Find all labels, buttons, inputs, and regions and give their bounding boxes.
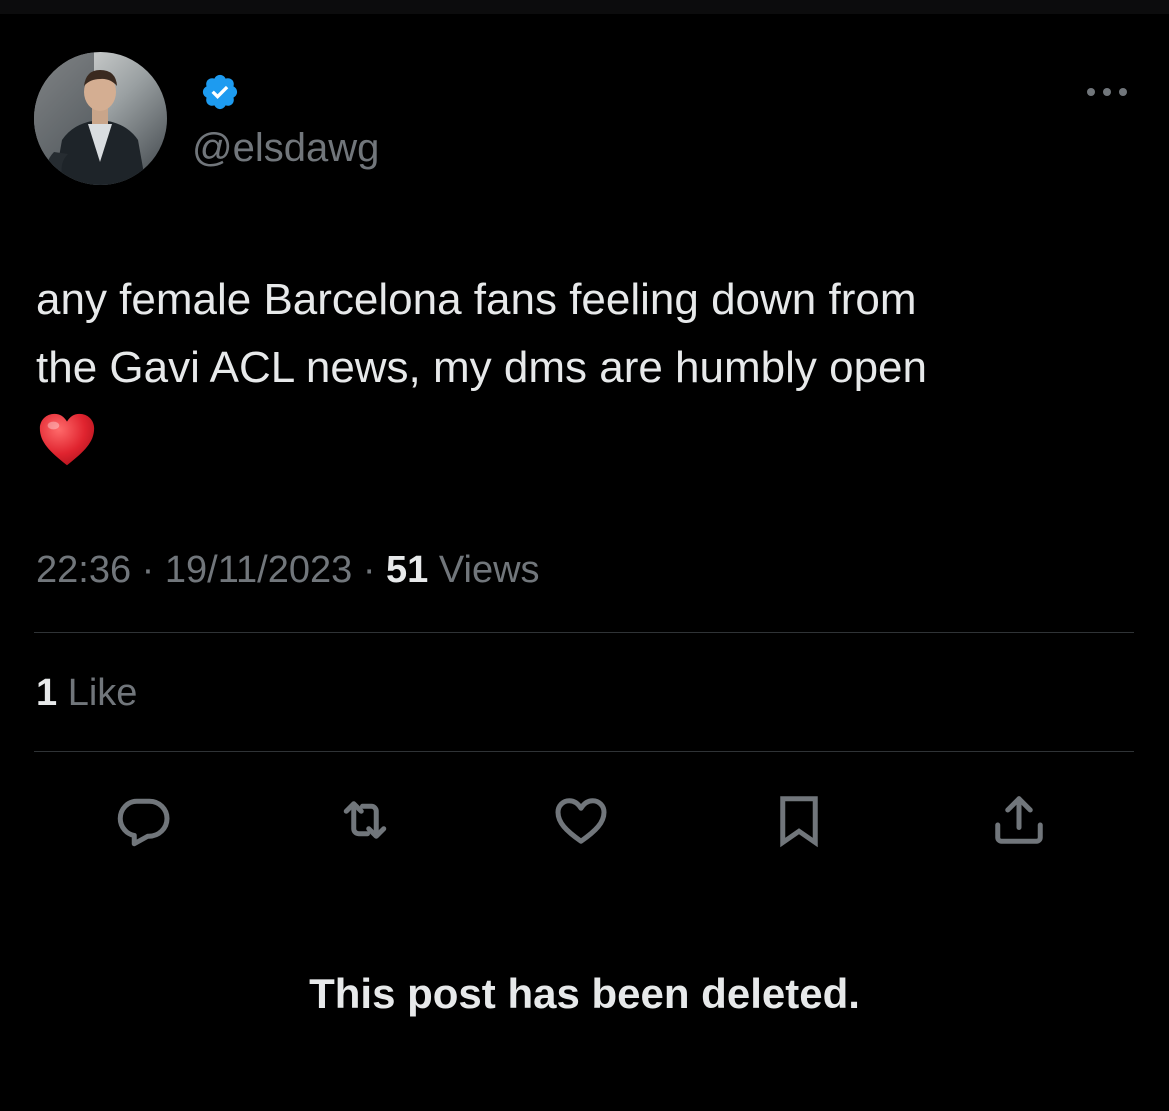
bookmark-icon: [780, 796, 818, 848]
top-bar-edge: [0, 0, 1169, 14]
post-date[interactable]: 19/11/2023: [165, 549, 352, 591]
post-text-line: any female Barcelona fans feeling down f…: [36, 275, 917, 324]
meta-separator: ·: [362, 549, 376, 591]
post-time[interactable]: 22:36: [36, 549, 131, 591]
divider: [34, 751, 1134, 752]
more-options-icon[interactable]: [1084, 80, 1130, 104]
likes-label: Like: [67, 672, 138, 714]
speech-bubble-icon: [117, 798, 170, 847]
post-meta: 22:36 · 19/11/2023 · 51 Views: [36, 545, 540, 595]
author-handle[interactable]: @elsdawg: [192, 124, 379, 172]
divider: [34, 632, 1134, 633]
likes-count: 1: [36, 672, 58, 714]
deleted-post-notice: This post has been deleted.: [309, 970, 860, 1017]
bookmark-button[interactable]: [767, 788, 831, 852]
red-heart-emoji-icon: [36, 409, 98, 471]
repost-button[interactable]: [333, 788, 397, 852]
views-count: 51: [386, 549, 429, 591]
avatar-photo: [34, 52, 167, 185]
reply-button[interactable]: [111, 788, 175, 852]
avatar[interactable]: [34, 52, 167, 185]
share-upload-icon: [995, 796, 1043, 844]
post-text: any female Barcelona fans feeling down f…: [36, 266, 1116, 471]
post-text-line: the Gavi ACL news, my dms are humbly ope…: [36, 343, 927, 392]
like-button[interactable]: [549, 788, 613, 852]
meta-separator: ·: [141, 549, 155, 591]
verified-badge-icon: [200, 72, 240, 112]
likes-summary[interactable]: 1 Like: [36, 668, 137, 718]
share-button[interactable]: [987, 788, 1051, 852]
heart-outline-icon: [555, 798, 607, 844]
retweet-arrows-icon: [343, 801, 387, 839]
views-label: Views: [438, 549, 540, 591]
